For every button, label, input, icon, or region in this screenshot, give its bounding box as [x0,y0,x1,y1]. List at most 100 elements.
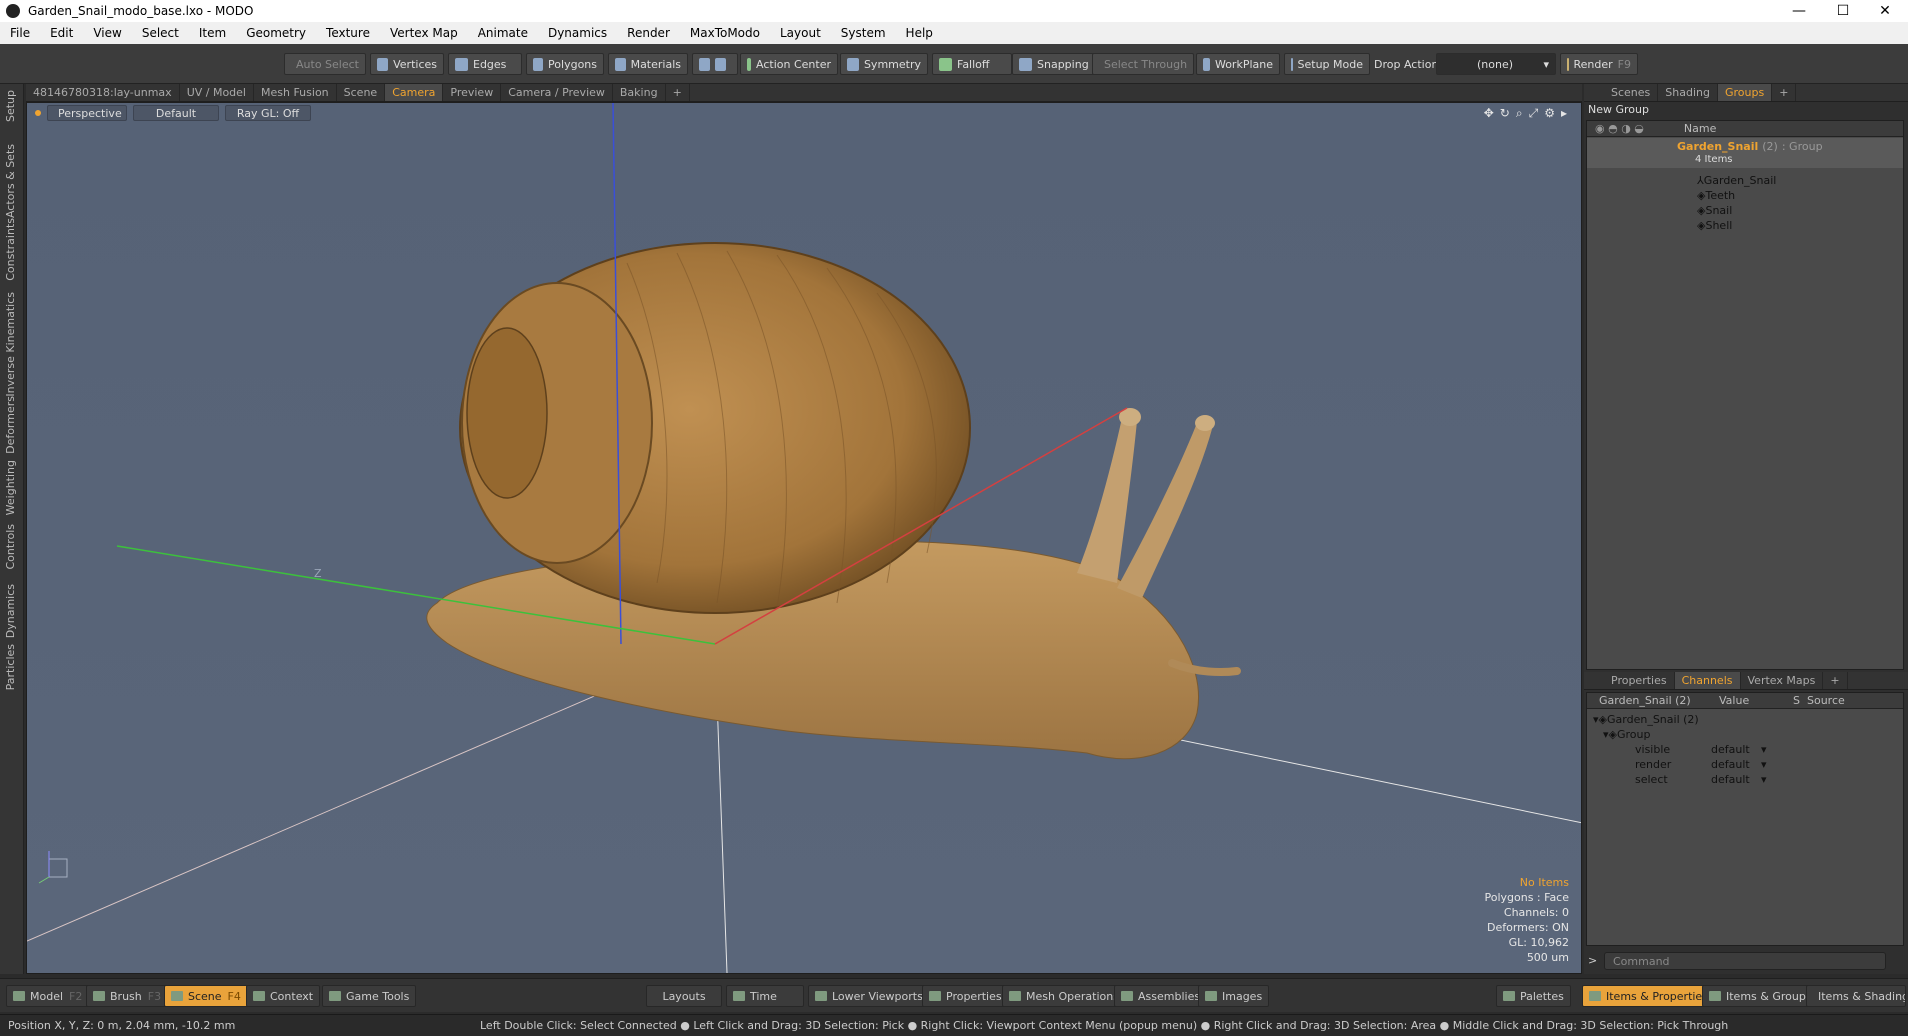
zoom-icon[interactable]: ⌕ [1516,106,1523,121]
menu-view[interactable]: View [83,26,131,40]
drop-action-select[interactable]: (none) ▾ [1436,53,1556,75]
channel-row-select[interactable]: select default ▾ [1587,770,1903,788]
vertices-button[interactable]: Vertices [370,53,444,75]
materials-icon [615,57,626,71]
tab-camera-preview[interactable]: Camera / Preview [501,84,613,101]
tab-mesh-fusion[interactable]: Mesh Fusion [254,84,337,101]
tab-scene[interactable]: Scene [337,84,386,101]
tentacle-tip [1195,415,1215,431]
symmetry-button[interactable]: Symmetry [840,53,928,75]
vtab-constraints[interactable]: Constraints [4,218,17,281]
vtab-inverse-kinematics[interactable]: Inverse Kinematics [4,292,17,397]
tab-groups[interactable]: Groups [1717,84,1773,101]
images-button[interactable]: Images [1198,985,1270,1007]
action-center-button[interactable]: Action Center [740,53,838,75]
close-button[interactable]: ✕ [1862,0,1908,22]
tab-baking[interactable]: Baking [613,84,666,101]
palettes-button[interactable]: Palettes [1496,985,1571,1007]
menu-vertex-map[interactable]: Vertex Map [380,26,468,40]
vtab-dynamics[interactable]: Dynamics [4,584,17,638]
materials-button[interactable]: Materials [608,53,688,75]
vtab-weighting[interactable]: Weighting [4,460,17,515]
arrow-right-icon[interactable]: ▸ [1561,106,1567,121]
add-panel-tab-button[interactable]: + [1772,84,1797,101]
menu-animate[interactable]: Animate [468,26,538,40]
tab-channels[interactable]: Channels [1674,672,1741,689]
add-tab-button[interactable]: + [666,84,690,101]
fit-icon[interactable]: ⤢ [1529,106,1539,121]
select-through-button[interactable]: Select Through [1092,53,1194,75]
tab-uv-model[interactable]: UV / Model [180,84,254,101]
items-properties-button[interactable]: Items & Properties [1582,985,1715,1007]
layouts-button[interactable]: Layouts [646,985,722,1007]
tab-lay-unmax[interactable]: 48146780318:lay-unmax [26,84,180,101]
falloff-button[interactable]: Falloff [932,53,1012,75]
maximize-button[interactable]: ☐ [1820,0,1866,22]
minimize-button[interactable]: — [1776,0,1822,22]
3d-viewport[interactable]: Z Perspective Default Ray GL: Off ✥ ↻ ⌕ … [26,102,1582,974]
menu-select[interactable]: Select [132,26,189,40]
group-row-garden-snail[interactable]: Garden_Snail (2) : Group 4 Items [1587,138,1903,168]
new-group-button[interactable]: New Group [1584,102,1908,118]
element-select-toggles[interactable] [692,53,738,75]
vtab-deformers[interactable]: Deformers [4,396,17,454]
mesh-operations-button[interactable]: Mesh Operations [1002,985,1126,1007]
list-item[interactable]: ◈ Shell [1587,216,1903,234]
tab-context[interactable]: Context [246,985,321,1007]
assemblies-button[interactable]: Assemblies [1114,985,1208,1007]
chevron-down-icon[interactable]: ▾ [1761,743,1767,756]
polygons-button[interactable]: Polygons [526,53,604,75]
command-input[interactable]: Command [1604,952,1886,970]
rotate-icon[interactable]: ↻ [1500,106,1510,121]
setup-mode-button[interactable]: Setup Mode [1284,53,1370,75]
chevron-down-icon[interactable]: ▾ [1761,758,1767,771]
tab-vertex-maps[interactable]: Vertex Maps [1741,672,1824,689]
pan-icon[interactable]: ✥ [1484,106,1494,121]
edges-button[interactable]: Edges [448,53,522,75]
chevron-down-icon: ▾ [1543,57,1549,71]
lower-viewports-button[interactable]: Lower Viewports [808,985,930,1007]
shading-button[interactable]: Default [133,105,219,121]
raygl-button[interactable]: Ray GL: Off [225,105,311,121]
vtab-particles[interactable]: Particles [4,644,17,690]
add-channel-tab-button[interactable]: + [1823,672,1848,689]
tab-preview[interactable]: Preview [443,84,502,101]
viewport-dot-icon [35,110,41,116]
time-button[interactable]: Time [726,985,804,1007]
tab-properties[interactable]: Properties [1604,672,1675,689]
auto-select-button[interactable]: Auto Select [284,53,366,75]
render-button[interactable]: Render F9 [1560,53,1638,75]
menu-help[interactable]: Help [896,26,943,40]
gear-icon[interactable]: ⚙ [1544,106,1555,121]
tab-brush[interactable]: Brush F3 [86,985,169,1007]
menu-render[interactable]: Render [617,26,680,40]
tab-model[interactable]: Model F2 [6,985,90,1007]
menu-geometry[interactable]: Geometry [236,26,316,40]
menu-maxtomodo[interactable]: MaxToModo [680,26,770,40]
tab-scenes[interactable]: Scenes [1604,84,1659,101]
menu-dynamics[interactable]: Dynamics [538,26,617,40]
tab-shading[interactable]: Shading [1658,84,1718,101]
items-groups-button[interactable]: Items & Groups [1702,985,1819,1007]
snapping-button[interactable]: Snapping [1012,53,1096,75]
menu-item[interactable]: Item [189,26,236,40]
items-shading-button[interactable]: Items & Shading [1806,985,1906,1007]
viewport-nav-icons: ✥ ↻ ⌕ ⤢ ⚙ ▸ [1484,106,1567,121]
workplane-button[interactable]: WorkPlane [1196,53,1280,75]
menu-edit[interactable]: Edit [40,26,83,40]
menu-layout[interactable]: Layout [770,26,831,40]
menu-texture[interactable]: Texture [316,26,380,40]
vtab-actors-sets[interactable]: Actors & Sets [4,144,17,218]
chevron-down-icon[interactable]: ▾ [1761,773,1767,786]
eye-column-icon: ◉ ◓ ◑ ◒ [1595,122,1644,135]
tab-camera[interactable]: Camera [385,84,444,101]
view-type-button[interactable]: Perspective [47,105,127,121]
tab-game-tools[interactable]: Game Tools [322,985,417,1007]
tab-scene-layout[interactable]: Scene F4 [164,985,248,1007]
properties-button[interactable]: Properties [922,985,1009,1007]
vtab-setup[interactable]: Setup [4,90,17,122]
menu-file[interactable]: File [0,26,40,40]
viewport-tabs: 48146780318:lay-unmax UV / Model Mesh Fu… [26,84,1582,102]
menu-system[interactable]: System [831,26,896,40]
vtab-controls[interactable]: Controls [4,524,17,570]
